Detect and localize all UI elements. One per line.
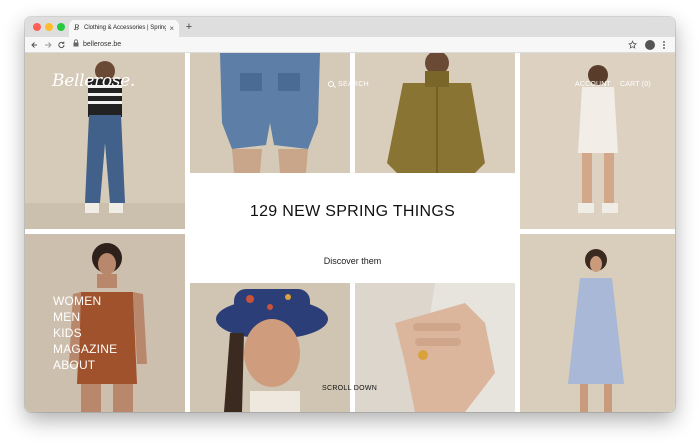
account-link[interactable]: ACCOUNT [575, 81, 611, 88]
new-tab-button[interactable]: + [182, 20, 196, 34]
tab-title: Clothing & Accessories | Spring Summer [84, 25, 166, 31]
browser-toolbar: bellerose.be [25, 37, 675, 53]
browser-tab[interactable]: B Clothing & Accessories | Spring Summer… [69, 20, 179, 37]
search-label: SEARCH [338, 81, 369, 88]
photo-white-outfit [520, 53, 675, 229]
product-tile-white-outfit[interactable] [520, 53, 675, 229]
photo-bucket-hat [190, 283, 350, 412]
url-text: bellerose.be [83, 41, 122, 48]
search-icon [328, 81, 334, 87]
product-tile-blue-dress[interactable] [520, 234, 675, 412]
close-window-button[interactable] [33, 23, 41, 31]
maximize-window-button[interactable] [57, 23, 65, 31]
menu-item-magazine[interactable]: MAGAZINE [53, 341, 117, 357]
photo-denim-shorts [190, 53, 350, 173]
page-viewport: Bellerose. SEARCH ACCOUNT CART (0) 129 N… [25, 53, 675, 412]
promo-discover-link[interactable]: Discover them [185, 256, 520, 266]
main-menu: WOMEN MEN KIDS MAGAZINE ABOUT [53, 293, 117, 373]
menu-item-kids[interactable]: KIDS [53, 325, 117, 341]
profile-icon[interactable] [645, 40, 655, 50]
menu-item-men[interactable]: MEN [53, 309, 117, 325]
promo-title: 129 NEW SPRING THINGS [249, 203, 456, 220]
address-bar[interactable]: bellerose.be [71, 39, 641, 51]
browser-window: B Clothing & Accessories | Spring Summer… [25, 17, 675, 412]
product-tile-denim-shorts[interactable] [190, 53, 350, 173]
menu-item-about[interactable]: ABOUT [53, 357, 117, 373]
lock-icon [73, 39, 79, 52]
tab-bar: B Clothing & Accessories | Spring Summer… [25, 17, 675, 37]
photo-gold-ring [355, 283, 515, 412]
menu-item-women[interactable]: WOMEN [53, 293, 117, 309]
photo-khaki-jacket [355, 53, 515, 173]
product-tile-gold-ring[interactable] [355, 283, 515, 412]
cart-link[interactable]: CART (0) [620, 81, 651, 88]
scroll-down-link[interactable]: SCROLL DOWN [322, 385, 377, 392]
close-tab-icon[interactable]: × [169, 20, 174, 37]
favicon-icon: B [74, 24, 80, 32]
site-logo[interactable]: Bellerose. [52, 71, 135, 91]
product-tile-bucket-hat[interactable] [190, 283, 350, 412]
product-tile-khaki-jacket[interactable] [355, 53, 515, 173]
search-link[interactable]: SEARCH [328, 81, 369, 88]
photo-blue-dress [520, 234, 675, 412]
minimize-window-button[interactable] [45, 23, 53, 31]
